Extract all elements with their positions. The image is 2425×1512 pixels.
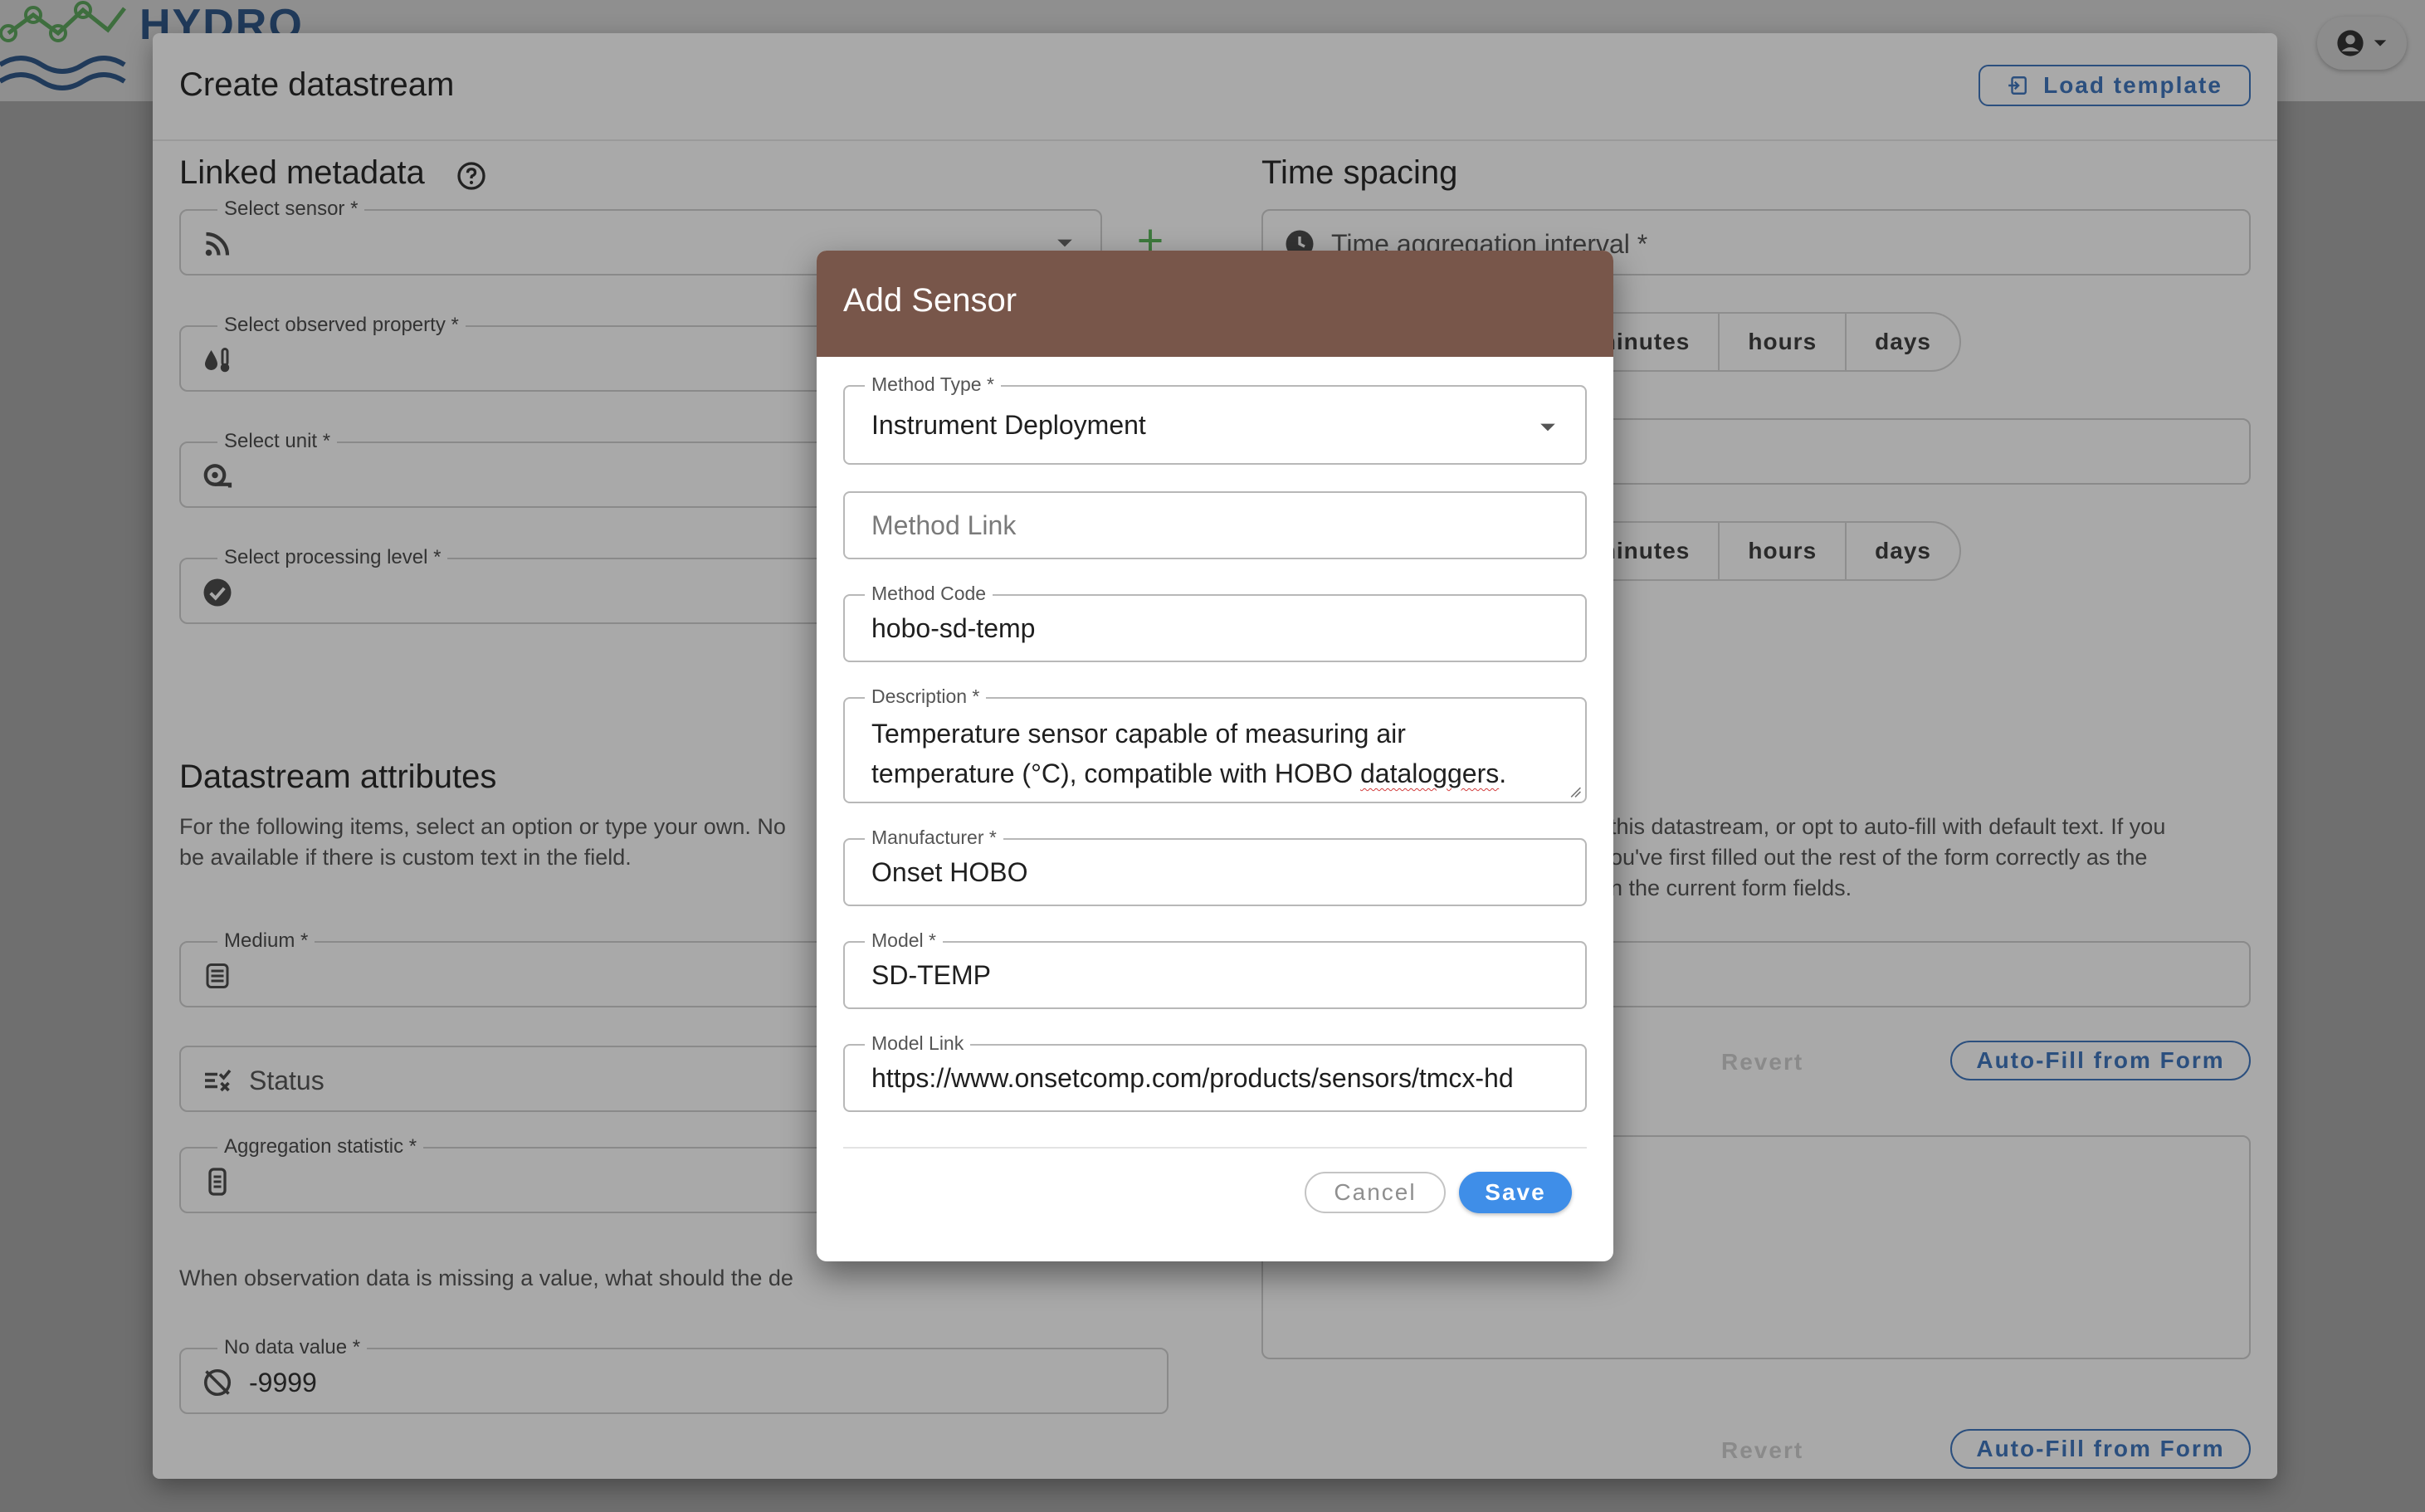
description-hint: this datastream, or opt to auto-fill wit… <box>1610 814 2166 900</box>
dialog-title: Create datastream <box>179 66 455 103</box>
cancel-button[interactable]: Cancel <box>1305 1172 1446 1213</box>
manufacturer-value: Onset HOBO <box>871 857 1028 887</box>
model-input[interactable]: Model * SD-TEMP <box>843 929 1587 1009</box>
missing-value-hint: When observation data is missing a value… <box>179 1266 793 1290</box>
resize-handle-icon[interactable] <box>1569 785 1582 798</box>
load-template-button[interactable]: Load template <box>1979 65 2251 106</box>
rss-icon <box>205 232 230 256</box>
account-circle-icon <box>2337 30 2364 56</box>
autofill-button-2[interactable]: Auto-Fill from Form <box>1950 1429 2251 1469</box>
manufacturer-input[interactable]: Manufacturer * Onset HOBO <box>843 827 1587 906</box>
model-value: SD-TEMP <box>871 960 991 990</box>
checklist-icon <box>205 1069 232 1092</box>
description-value: Temperature sensor capable of measuring … <box>871 719 1507 788</box>
toggle-days[interactable]: days <box>1845 314 1959 370</box>
import-icon <box>2008 76 2027 95</box>
description-textarea[interactable]: Description * Temperature sensor capable… <box>843 685 1587 803</box>
caret-down-icon <box>2374 40 2387 46</box>
model-link-input[interactable]: Model Link https://www.onsetcomp.com/pro… <box>843 1032 1587 1112</box>
toggle-hours[interactable]: hours <box>1718 314 1845 370</box>
tape-measure-icon <box>203 464 232 488</box>
time-spacing-title: Time spacing <box>1261 154 1458 191</box>
add-sensor-header: Add Sensor <box>817 251 1613 357</box>
help-icon[interactable] <box>456 161 486 191</box>
account-menu-button[interactable] <box>2317 17 2407 70</box>
model-link-value: https://www.onsetcomp.com/products/senso… <box>871 1063 1514 1093</box>
revert-button-1[interactable]: Revert <box>1721 1049 1803 1075</box>
header-divider <box>153 139 2277 141</box>
calculator-icon <box>208 1168 227 1196</box>
check-circle-icon <box>203 578 232 607</box>
method-type-select[interactable]: Method Type * Instrument Deployment <box>843 373 1587 465</box>
datastream-attributes-title: Datastream attributes <box>179 758 497 795</box>
method-code-input[interactable]: Method Code hobo-sd-temp <box>843 583 1587 662</box>
method-link-input[interactable]: Method Link <box>843 491 1587 559</box>
add-sensor-title: Add Sensor <box>843 282 1017 319</box>
revert-button-2[interactable]: Revert <box>1721 1437 1803 1464</box>
method-type-value: Instrument Deployment <box>871 410 1146 440</box>
no-data-value-field[interactable]: No data value * -9999 <box>179 1336 1169 1414</box>
water-thermometer-icon <box>205 348 230 373</box>
save-button[interactable]: Save <box>1459 1172 1572 1213</box>
load-template-label: Load template <box>2043 72 2223 98</box>
toggle-days-2[interactable]: days <box>1845 523 1959 579</box>
no-data-icon <box>203 1368 232 1397</box>
modal-actions-divider <box>843 1147 1587 1149</box>
dropdown-arrow-icon <box>1057 239 1072 247</box>
method-code-value: hobo-sd-temp <box>871 613 1036 643</box>
chevron-down-icon <box>1540 423 1555 432</box>
linked-metadata-title: Linked metadata <box>179 154 425 191</box>
autofill-button-1[interactable]: Auto-Fill from Form <box>1950 1041 2251 1080</box>
add-sensor-dialog: Add Sensor Method Type * Instrument Depl… <box>817 251 1613 1261</box>
no-data-value: -9999 <box>249 1368 317 1397</box>
toggle-hours-2[interactable]: hours <box>1718 523 1845 579</box>
medium-layers-icon <box>206 963 229 988</box>
logo-icon <box>0 1 126 90</box>
